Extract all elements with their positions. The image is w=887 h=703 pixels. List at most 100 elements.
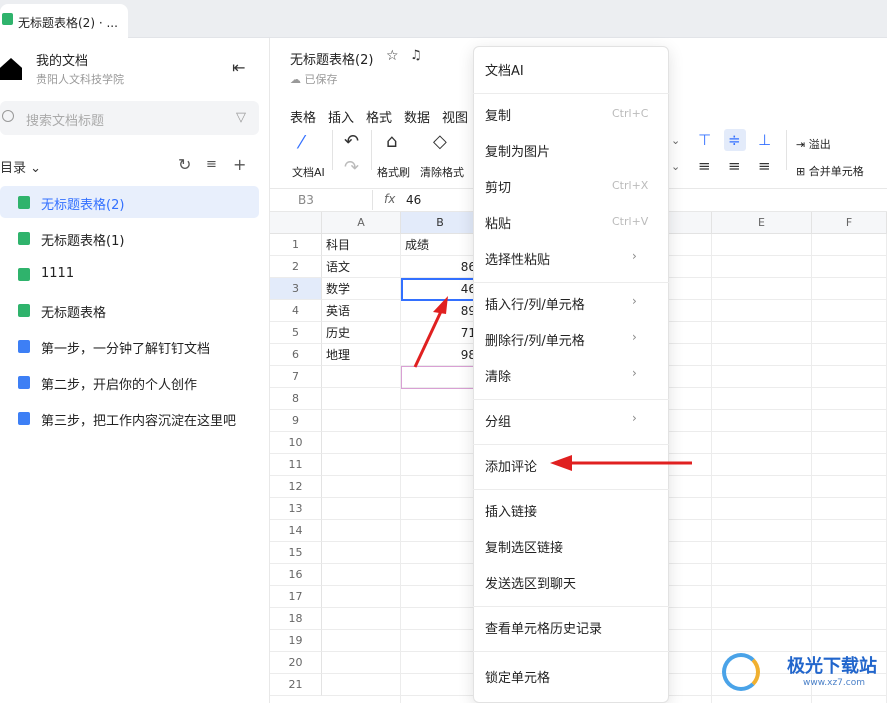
row-header[interactable]: 5 [270,322,322,344]
menu-insert[interactable]: 插入 [328,107,354,126]
ai-icon[interactable]: ⁄ [300,132,303,153]
table-cell[interactable]: 成绩 [405,234,429,256]
refresh-icon[interactable]: ↻ [178,155,191,174]
row-header[interactable]: 11 [270,454,322,476]
row-header[interactable]: 4 [270,300,322,322]
ai-button[interactable]: 文档AI [292,164,325,180]
row-header[interactable]: 2 [270,256,322,278]
row-header[interactable]: 17 [270,586,322,608]
chevron-down-icon[interactable]: ⌄ [671,134,680,147]
formula-input[interactable]: 46 [406,193,421,207]
bell-icon[interactable]: ♫ [410,48,422,63]
align-left-icon[interactable]: ≡ [698,157,711,175]
column-header[interactable]: F [812,212,887,234]
context-menu-item[interactable]: 发送选区到聊天 [485,573,576,592]
sidebar-doc-label: 第一步，一分钟了解钉钉文档 [41,342,211,357]
table-cell[interactable]: 89 [401,300,476,322]
row-header[interactable]: 10 [270,432,322,454]
row-header[interactable]: 6 [270,344,322,366]
context-menu-item[interactable]: 清除 [485,366,511,385]
context-menu-item[interactable]: 分组 [485,411,511,430]
sidebar-doc-item[interactable] [0,258,259,290]
sidebar-doc-item[interactable] [0,186,259,218]
row-header[interactable]: 7 [270,366,322,388]
star-icon[interactable]: ☆ [386,48,399,64]
row-header[interactable]: 1 [270,234,322,256]
clear-format-button[interactable]: 清除格式 [420,164,464,180]
context-menu-item[interactable]: 粘贴 [485,213,511,232]
row-header[interactable]: 16 [270,564,322,586]
align-center-icon[interactable]: ≡ [728,157,741,175]
context-menu-item[interactable]: 复制选区链接 [485,537,563,556]
align-right-icon[interactable]: ≡ [758,157,771,175]
row-header[interactable]: 15 [270,542,322,564]
row-header[interactable]: 14 [270,520,322,542]
row-header[interactable]: 19 [270,630,322,652]
row-header[interactable]: 8 [270,388,322,410]
column-header[interactable]: E [712,212,812,234]
context-menu-item[interactable]: 锁定单元格 [485,667,550,686]
row-header[interactable]: 18 [270,608,322,630]
format-painter-icon[interactable]: ⌂ [386,131,397,152]
table-cell[interactable]: 科目 [326,234,350,256]
table-cell[interactable]: 86 [401,256,476,278]
directory-toggle[interactable]: 目录 ⌄ [0,157,41,176]
chevron-down-icon[interactable]: ⌄ [671,160,680,173]
table-cell[interactable]: 98 [401,344,476,366]
row-header[interactable]: 20 [270,652,322,674]
context-menu-item[interactable]: 删除行/列/单元格 [485,330,585,349]
undo-icon[interactable]: ↶ [344,131,359,152]
chevron-right-icon: › [632,366,637,380]
table-cell[interactable]: 数学 [326,278,350,300]
context-menu-item[interactable]: 插入链接 [485,501,537,520]
align-middle-icon[interactable]: ≑ [728,131,741,149]
sidebar-doc-item[interactable] [0,222,259,254]
context-menu-item[interactable]: 复制 [485,105,511,124]
merge-cells-button[interactable]: ⊞ 合并单元格 [796,163,864,179]
shortcut-hint: Ctrl+C [612,107,649,120]
row-header[interactable]: 3 [270,278,322,300]
row-header[interactable]: 12 [270,476,322,498]
menu-data[interactable]: 数据 [404,107,430,126]
saved-status: ☁ 已保存 [290,73,338,86]
sort-icon[interactable]: ≡ [206,157,217,172]
context-menu-item[interactable]: 选择性粘贴 [485,249,550,268]
format-painter-button[interactable]: 格式刷 [377,164,410,180]
row-header[interactable]: 21 [270,674,322,696]
table-cell[interactable]: 语文 [326,256,350,278]
watermark-name: 极光下载站 [787,656,877,677]
table-cell[interactable]: 历史 [326,322,350,344]
table-cell[interactable]: 地理 [326,344,350,366]
tab-document[interactable]: 无标题表格(2) · ... [0,4,128,38]
menu-format[interactable]: 格式 [366,107,392,126]
table-cell[interactable]: 71 [401,322,476,344]
filter-icon[interactable]: ▽ [236,110,246,125]
overflow-button[interactable]: ⇥ 溢出 [796,136,831,152]
table-cell[interactable]: 英语 [326,300,350,322]
cell-reference[interactable]: B3 [298,193,314,207]
context-menu-item[interactable]: 剪切 [485,177,511,196]
menu-table[interactable]: 表格 [290,107,316,126]
align-top-icon[interactable]: ⊤ [698,131,711,149]
context-menu-item[interactable]: 查看单元格历史记录 [485,618,602,637]
context-menu-item[interactable]: 文档AI [485,60,524,79]
column-header[interactable]: B [401,212,480,234]
sheet-icon [18,232,30,245]
watermark-url: www.xz7.com [803,678,865,688]
context-menu-item[interactable]: 插入行/列/单元格 [485,294,585,313]
redo-icon[interactable]: ↷ [344,157,359,178]
doc-title[interactable]: 无标题表格(2) [290,49,373,68]
collapse-sidebar-icon[interactable]: ⇤ [232,58,245,77]
column-header[interactable]: A [322,212,401,234]
align-bottom-icon[interactable]: ⊥ [758,131,771,149]
row-header[interactable]: 9 [270,410,322,432]
menu-view[interactable]: 视图 [442,107,468,126]
workspace-title: 我的文档 [36,54,89,69]
select-all-corner[interactable] [270,212,322,234]
add-icon[interactable]: + [233,155,246,174]
sidebar-doc-item[interactable] [0,294,259,326]
row-header[interactable]: 13 [270,498,322,520]
context-menu-item[interactable]: 添加评论 [485,456,537,475]
eraser-icon[interactable]: ◇ [433,131,447,152]
context-menu-item[interactable]: 复制为图片 [485,141,550,160]
